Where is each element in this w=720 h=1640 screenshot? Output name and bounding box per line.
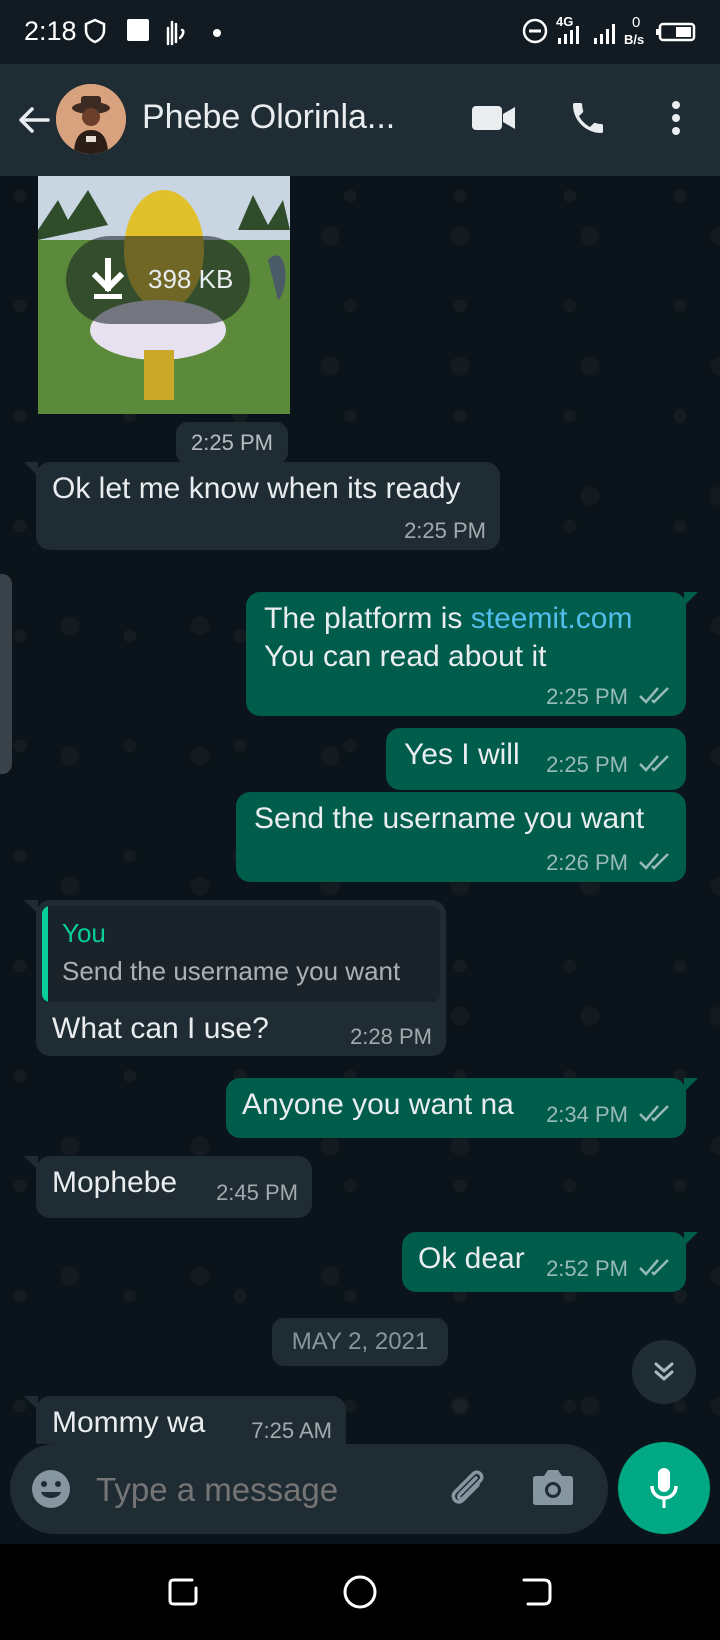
video-call-icon [472,106,515,130]
message-text-line-1: The platform is steemit.com [264,602,633,635]
message-text: What can I use? [52,1012,269,1045]
image-time: 2:25 PM [191,430,273,455]
message-time: 2:25 PM [546,752,628,777]
double-check-icon [639,687,669,704]
quoted-message[interactable]: You Send the username you want [42,906,440,1002]
date-divider-text: MAY 2, 2021 [291,1328,429,1355]
do-not-disturb-icon [522,18,548,44]
mic-icon [650,1468,678,1508]
message-text-line-2: You can read about it [264,640,547,673]
more-options-button[interactable] [652,94,700,142]
message-text: Send the username you want [254,802,645,835]
incoming-message[interactable]: Mommy wa 7:25 AM [36,1396,346,1444]
message-text: Mophebe [52,1166,178,1199]
message-text: Anyone you want na [242,1088,514,1121]
status-bar: 2:18 4G 0 B/s [0,0,720,64]
phone-icon [573,103,603,133]
camera-icon[interactable] [532,1468,574,1506]
quote-author: You [62,918,106,948]
bubble-tail [684,1078,698,1092]
video-call-button[interactable] [470,94,518,142]
system-navigation-bar [0,1544,720,1640]
message-text: Mommy wa [52,1406,206,1439]
message-composer [10,1444,608,1534]
home-icon[interactable] [342,1574,378,1610]
data-speed-value: 0 [632,14,641,31]
message-text: Ok let me know when its ready [52,472,461,505]
download-icon [91,258,125,299]
incoming-message[interactable]: Mophebe 2:45 PM [36,1156,312,1218]
double-check-icon [639,1259,669,1276]
quote-bar [42,906,48,1002]
message-time: 7:25 AM [251,1418,332,1443]
double-check-icon [639,1105,669,1122]
download-overlay[interactable]: 398 KB [66,236,250,324]
outgoing-message[interactable]: Anyone you want na 2:34 PM [226,1078,686,1138]
back-arrow-icon[interactable] [14,100,54,140]
double-check-icon [639,853,669,870]
outgoing-message[interactable]: Ok dear 2:52 PM [402,1232,686,1292]
edge-panel-handle[interactable] [0,574,12,774]
emoji-icon[interactable] [30,1468,72,1510]
message-time: 2:34 PM [546,1102,628,1127]
quote-text: Send the username you want [62,956,401,986]
battery-icon [656,22,696,42]
hand-notification-icon [166,20,185,46]
bubble-tail [684,1232,698,1246]
message-time: 2:25 PM [404,518,486,543]
signal-icon-2 [594,24,615,44]
scroll-down-icon [654,1362,674,1381]
recent-apps-icon[interactable] [166,1574,200,1608]
image-size: 398 KB [148,264,234,294]
message-text: Yes I will [404,738,520,771]
outgoing-message[interactable]: The platform is steemit.com You can read… [246,592,686,716]
attach-icon[interactable] [446,1466,490,1510]
data-speed-unit: B/s [624,32,645,47]
square-notification-icon [127,19,149,41]
voice-call-button[interactable] [564,94,612,142]
incoming-reply-message[interactable]: You Send the username you want What can … [36,900,446,1056]
more-options-icon [672,101,680,135]
voice-record-button[interactable] [618,1442,710,1534]
message-time: 2:25 PM [546,684,628,709]
message-time: 2:28 PM [350,1024,432,1049]
signal-icon [558,26,579,44]
outgoing-message[interactable]: Send the username you want 2:26 PM [236,792,686,882]
image-message[interactable]: 398 KB [38,176,290,414]
avatar[interactable] [56,84,126,154]
bubble-tail [684,592,698,606]
message-time: 2:52 PM [546,1256,628,1281]
date-divider: MAY 2, 2021 [272,1318,448,1366]
double-check-icon [639,755,669,772]
message-link[interactable]: steemit.com [471,602,633,635]
message-input[interactable] [94,1464,418,1516]
message-text: Ok dear [418,1242,525,1275]
scroll-to-bottom-button[interactable] [632,1340,696,1404]
outgoing-message[interactable]: Yes I will 2:25 PM [386,728,686,790]
incoming-message[interactable]: Ok let me know when its ready 2:25 PM [36,462,500,550]
chat-header: Phebe Olorinla... [0,64,720,176]
dot-icon [213,29,221,37]
message-list[interactable]: 398 KB 2:25 PM Ok let me know when its r… [0,176,720,1444]
back-nav-icon[interactable] [520,1574,554,1608]
message-time: 2:45 PM [216,1180,298,1205]
status-time: 2:18 [24,16,77,46]
contact-name[interactable]: Phebe Olorinla... [142,98,395,137]
message-time: 2:26 PM [546,850,628,875]
shield-icon [84,18,106,44]
image-timestamp-pill: 2:25 PM [176,422,288,464]
